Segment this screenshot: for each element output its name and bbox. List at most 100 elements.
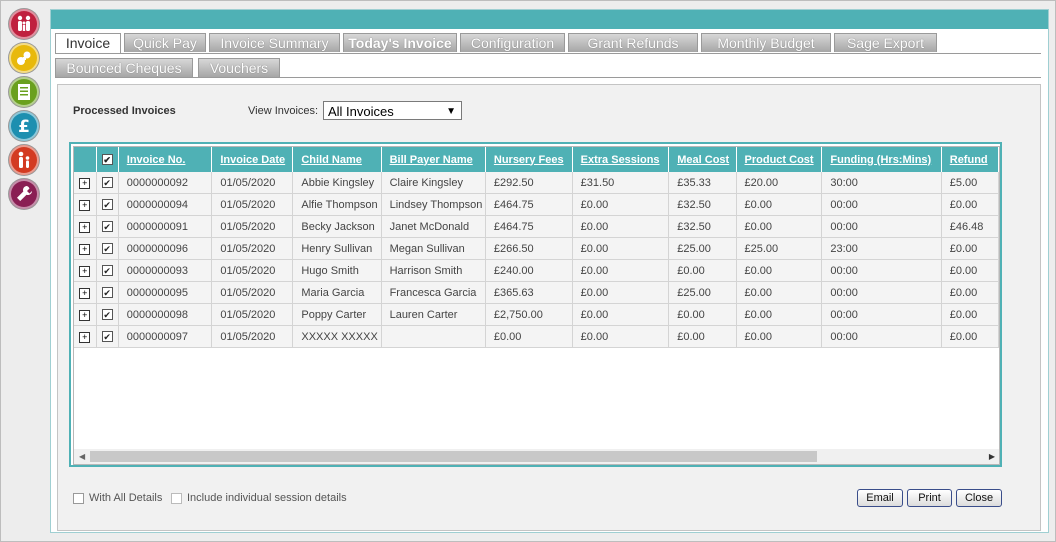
bill-payer-cell: Lauren Carter xyxy=(381,303,486,326)
table-row[interactable]: + ✔ 0000000098 01/05/2020 Poppy Carter Lauren… xyxy=(74,303,999,326)
col-refund[interactable]: Refund xyxy=(941,147,999,172)
table-row[interactable]: + ✔ 0000000094 01/05/2020 Alfie Thompson Lind… xyxy=(74,193,999,216)
expand-cell: + xyxy=(74,237,97,260)
col-child-name[interactable]: Child Name xyxy=(292,147,382,172)
tab-quick-pay[interactable]: Quick Pay xyxy=(124,33,206,52)
select-cell: ✔ xyxy=(96,215,119,238)
invoice-grid-viewport[interactable]: ✔ Invoice No. Invoice Date Child Name Bi… xyxy=(73,146,1000,465)
view-invoices-select[interactable]: All Invoices ▼ xyxy=(323,101,462,120)
refund-cell: £0.00 xyxy=(941,259,999,282)
expand-row-icon[interactable]: + xyxy=(79,221,91,233)
meal-cost-cell: £0.00 xyxy=(668,259,737,282)
table-row[interactable]: + ✔ 0000000093 01/05/2020 Hugo Smith Harrison… xyxy=(74,259,999,282)
tab-monthly-budget[interactable]: Monthly Budget xyxy=(701,33,831,52)
tab-todays-invoice[interactable]: Today's Invoice xyxy=(343,33,457,52)
row-select-checkbox[interactable]: ✔ xyxy=(101,220,113,232)
invoice-date-cell: 01/05/2020 xyxy=(211,325,294,348)
include-session-checkbox[interactable] xyxy=(171,492,182,504)
meal-cost-cell: £0.00 xyxy=(668,303,737,326)
table-row[interactable]: + ✔ 0000000096 01/05/2020 Henry Sullivan Mega… xyxy=(74,237,999,260)
tab-sage-export[interactable]: Sage Export xyxy=(834,33,937,52)
expand-row-icon[interactable]: + xyxy=(79,243,91,255)
nav-finance-button[interactable]: £ xyxy=(9,111,39,141)
include-session-label: Include individual session details xyxy=(187,492,347,504)
horizontal-scrollbar[interactable]: ◀ ▶ xyxy=(74,449,999,464)
expand-header xyxy=(74,147,97,172)
expand-row-icon[interactable]: + xyxy=(79,287,91,299)
with-all-details-option[interactable]: With All Details xyxy=(73,492,162,504)
tab-invoice[interactable]: Invoice xyxy=(55,33,121,54)
email-button[interactable]: Email xyxy=(857,489,903,507)
col-extra-sessions[interactable]: Extra Sessions xyxy=(572,147,670,172)
meal-cost-cell: £25.00 xyxy=(668,281,737,304)
expand-row-icon[interactable]: + xyxy=(79,309,91,321)
row-select-checkbox[interactable]: ✔ xyxy=(101,308,113,320)
parent-child-icon xyxy=(18,151,30,168)
pound-icon: £ xyxy=(18,117,30,136)
row-select-checkbox[interactable]: ✔ xyxy=(101,286,113,298)
tab-invoice-summary[interactable]: Invoice Summary xyxy=(209,33,340,52)
col-invoice-date[interactable]: Invoice Date xyxy=(211,147,294,172)
nav-list-button[interactable] xyxy=(9,77,39,107)
row-select-checkbox[interactable]: ✔ xyxy=(101,176,113,188)
col-bill-payer[interactable]: Bill Payer Name xyxy=(381,147,486,172)
row-select-checkbox[interactable]: ✔ xyxy=(101,330,113,342)
expand-row-icon[interactable]: + xyxy=(79,265,91,277)
col-product-cost[interactable]: Product Cost xyxy=(736,147,823,172)
child-name-cell: Maria Garcia xyxy=(292,281,382,304)
scroll-right-icon[interactable]: ▶ xyxy=(989,452,995,461)
expand-row-icon[interactable]: + xyxy=(79,177,91,189)
col-invoice-no[interactable]: Invoice No. xyxy=(118,147,213,172)
nav-family-button[interactable] xyxy=(9,9,39,39)
col-nursery-fees[interactable]: Nursery Fees xyxy=(485,147,573,172)
product-cost-cell: £0.00 xyxy=(736,215,823,238)
funding-cell: 00:00 xyxy=(821,215,942,238)
tab-grant-refunds[interactable]: Grant Refunds xyxy=(568,33,698,52)
table-row[interactable]: + ✔ 0000000091 01/05/2020 Becky Jackson Janet… xyxy=(74,215,999,238)
nursery-fees-cell: £464.75 xyxy=(485,215,573,238)
row-select-checkbox[interactable]: ✔ xyxy=(101,264,113,276)
funding-cell: 30:00 xyxy=(821,172,942,194)
with-all-details-checkbox[interactable] xyxy=(73,492,84,504)
scrollbar-thumb[interactable] xyxy=(90,451,817,462)
table-row[interactable]: + ✔ 0000000097 01/05/2020 XXXXX XXXXX £0.00 £0… xyxy=(74,325,999,348)
nursery-fees-cell: £266.50 xyxy=(485,237,573,260)
expand-row-icon[interactable]: + xyxy=(79,199,91,211)
nursery-fees-cell: £464.75 xyxy=(485,193,573,216)
tab-bounced-cheques[interactable]: Bounced Cheques xyxy=(55,58,193,77)
extra-sessions-cell: £0.00 xyxy=(572,281,670,304)
extra-sessions-cell: £0.00 xyxy=(572,325,670,348)
expand-cell: + xyxy=(74,215,97,238)
product-cost-cell: £20.00 xyxy=(736,172,823,194)
table-row[interactable]: + ✔ 0000000095 01/05/2020 Maria Garcia France… xyxy=(74,281,999,304)
tab-divider xyxy=(55,77,1041,78)
print-button[interactable]: Print xyxy=(907,489,952,507)
scroll-left-icon[interactable]: ◀ xyxy=(79,452,85,461)
tab-vouchers[interactable]: Vouchers xyxy=(198,58,280,77)
select-all-checkbox[interactable]: ✔ xyxy=(101,153,113,165)
meal-cost-cell: £35.33 xyxy=(668,172,737,194)
invoice-date-cell: 01/05/2020 xyxy=(211,215,294,238)
bill-payer-cell: Harrison Smith xyxy=(381,259,486,282)
tab-configuration[interactable]: Configuration xyxy=(460,33,565,52)
row-select-checkbox[interactable]: ✔ xyxy=(101,242,113,254)
nav-settings-button[interactable] xyxy=(9,179,39,209)
col-funding[interactable]: Funding (Hrs:Mins) xyxy=(821,147,942,172)
nav-parents-button[interactable] xyxy=(9,145,39,175)
bill-payer-cell: Claire Kingsley xyxy=(381,172,486,194)
invoice-date-cell: 01/05/2020 xyxy=(211,259,294,282)
close-button[interactable]: Close xyxy=(956,489,1002,507)
table-row[interactable]: + ✔ 0000000092 01/05/2020 Abbie Kingsley Clai… xyxy=(74,172,999,194)
col-meal-cost[interactable]: Meal Cost xyxy=(668,147,737,172)
invoice-table: ✔ Invoice No. Invoice Date Child Name Bi… xyxy=(74,147,999,348)
include-session-option[interactable]: Include individual session details xyxy=(171,492,347,504)
select-cell: ✔ xyxy=(96,303,119,326)
meal-cost-cell: £0.00 xyxy=(668,325,737,348)
row-select-checkbox[interactable]: ✔ xyxy=(101,198,113,210)
funding-cell: 00:00 xyxy=(821,193,942,216)
with-all-details-label: With All Details xyxy=(89,492,163,504)
nav-toys-button[interactable] xyxy=(9,43,39,73)
child-name-cell: XXXXX XXXXX xyxy=(292,325,382,348)
bill-payer-cell: Janet McDonald xyxy=(381,215,486,238)
expand-row-icon[interactable]: + xyxy=(79,331,91,343)
